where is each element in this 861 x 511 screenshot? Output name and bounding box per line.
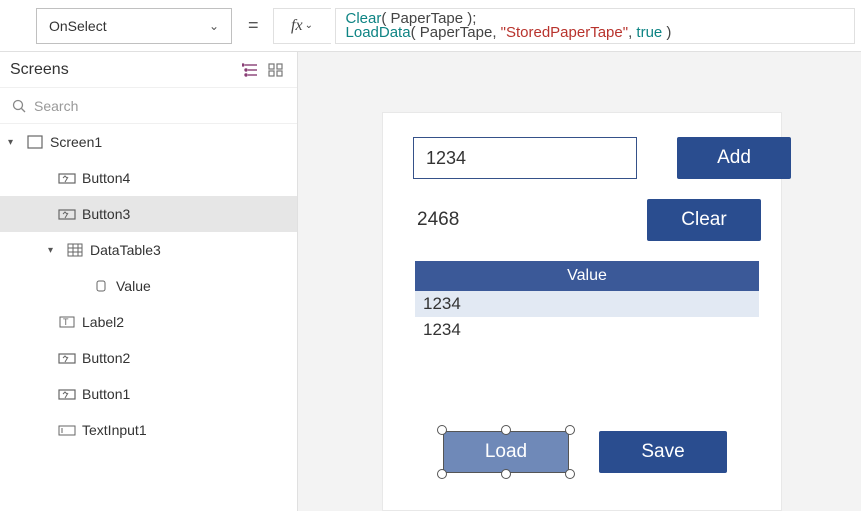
expand-arrow-icon: ▾ xyxy=(48,245,60,256)
screen-icon xyxy=(26,134,44,150)
equals-sign-label: = xyxy=(238,15,269,36)
tree-item-datatable3[interactable]: ▾ DataTable3 xyxy=(0,232,297,268)
resize-handle[interactable] xyxy=(437,469,447,479)
tree-item-screen1[interactable]: ▾ Screen1 xyxy=(0,124,297,160)
save-button[interactable]: Save xyxy=(599,431,727,473)
tree-item-label: Button4 xyxy=(82,170,130,186)
search-icon xyxy=(12,99,26,113)
formula-input[interactable]: Clear( PaperTape ); LoadData( PaperTape,… xyxy=(335,8,855,44)
load-button-selection[interactable]: Load xyxy=(443,431,569,473)
screens-panel-title: Screens xyxy=(10,61,235,79)
tree-item-label: Screen1 xyxy=(50,134,102,150)
table-row[interactable]: 1234 xyxy=(415,291,759,317)
tree-item-textinput1[interactable]: TextInput1 xyxy=(0,412,297,448)
tree-item-button4[interactable]: Button4 xyxy=(0,160,297,196)
table-row[interactable]: 1234 xyxy=(415,317,759,343)
svg-text:T: T xyxy=(63,317,69,327)
load-button[interactable]: Load xyxy=(443,431,569,473)
resize-handle[interactable] xyxy=(501,469,511,479)
data-table: Value 12341234 xyxy=(415,261,759,343)
table-header: Value xyxy=(415,261,759,291)
fx-expand-button[interactable]: fx ⌄ xyxy=(273,8,331,44)
resize-handle[interactable] xyxy=(437,425,447,435)
thumbnail-view-icon[interactable] xyxy=(265,59,287,81)
button-icon xyxy=(58,386,76,402)
textinput-icon xyxy=(58,422,76,438)
tree-item-label: DataTable3 xyxy=(90,242,161,258)
tree-item-button1[interactable]: Button1 xyxy=(0,376,297,412)
fx-icon: fx xyxy=(291,17,303,35)
tree-item-label: TextInput1 xyxy=(82,422,147,438)
add-button[interactable]: Add xyxy=(677,137,791,179)
resize-handle[interactable] xyxy=(565,469,575,479)
search-placeholder: Search xyxy=(34,98,78,114)
property-dropdown-value: OnSelect xyxy=(49,18,107,34)
chevron-down-icon: ⌄ xyxy=(209,19,219,33)
button-icon xyxy=(58,170,76,186)
tree-item-label: Button3 xyxy=(82,206,130,222)
tree-item-label: Button1 xyxy=(82,386,130,402)
resize-handle[interactable] xyxy=(501,425,511,435)
clear-button[interactable]: Clear xyxy=(647,199,761,241)
tree-view-icon[interactable] xyxy=(239,59,261,81)
label-icon: T xyxy=(58,314,76,330)
property-dropdown[interactable]: OnSelect ⌄ xyxy=(36,8,232,44)
tree-item-label: Label2 xyxy=(82,314,124,330)
app-preview: Add 2468 Clear Value 12341234 Load Save xyxy=(382,112,782,511)
tree-item-button3[interactable]: Button3 xyxy=(0,196,297,232)
expand-arrow-icon: ▾ xyxy=(8,137,20,148)
screens-panel: Screens Search ▾ Screen1 Button4 Button3 ▾ Da… xyxy=(0,52,298,511)
formula-bar-row: OnSelect ⌄ = fx ⌄ Clear( PaperTape ); Lo… xyxy=(0,0,861,52)
tree-item-button2[interactable]: Button2 xyxy=(0,340,297,376)
sum-label: 2468 xyxy=(413,209,459,231)
tree-item-label2[interactable]: T Label2 xyxy=(0,304,297,340)
screen-tree: ▾ Screen1 Button4 Button3 ▾ DataTable3 Value T L… xyxy=(0,124,297,511)
search-input[interactable]: Search xyxy=(0,88,297,124)
table-icon xyxy=(66,242,84,258)
tree-item-value[interactable]: Value xyxy=(0,268,297,304)
canvas[interactable]: Add 2468 Clear Value 12341234 Load Save xyxy=(298,52,861,511)
number-input[interactable] xyxy=(413,137,637,179)
column-icon xyxy=(92,278,110,294)
resize-handle[interactable] xyxy=(565,425,575,435)
tree-item-label: Button2 xyxy=(82,350,130,366)
button-icon xyxy=(58,206,76,222)
tree-item-label: Value xyxy=(116,278,151,294)
chevron-down-icon: ⌄ xyxy=(305,20,313,31)
button-icon xyxy=(58,350,76,366)
